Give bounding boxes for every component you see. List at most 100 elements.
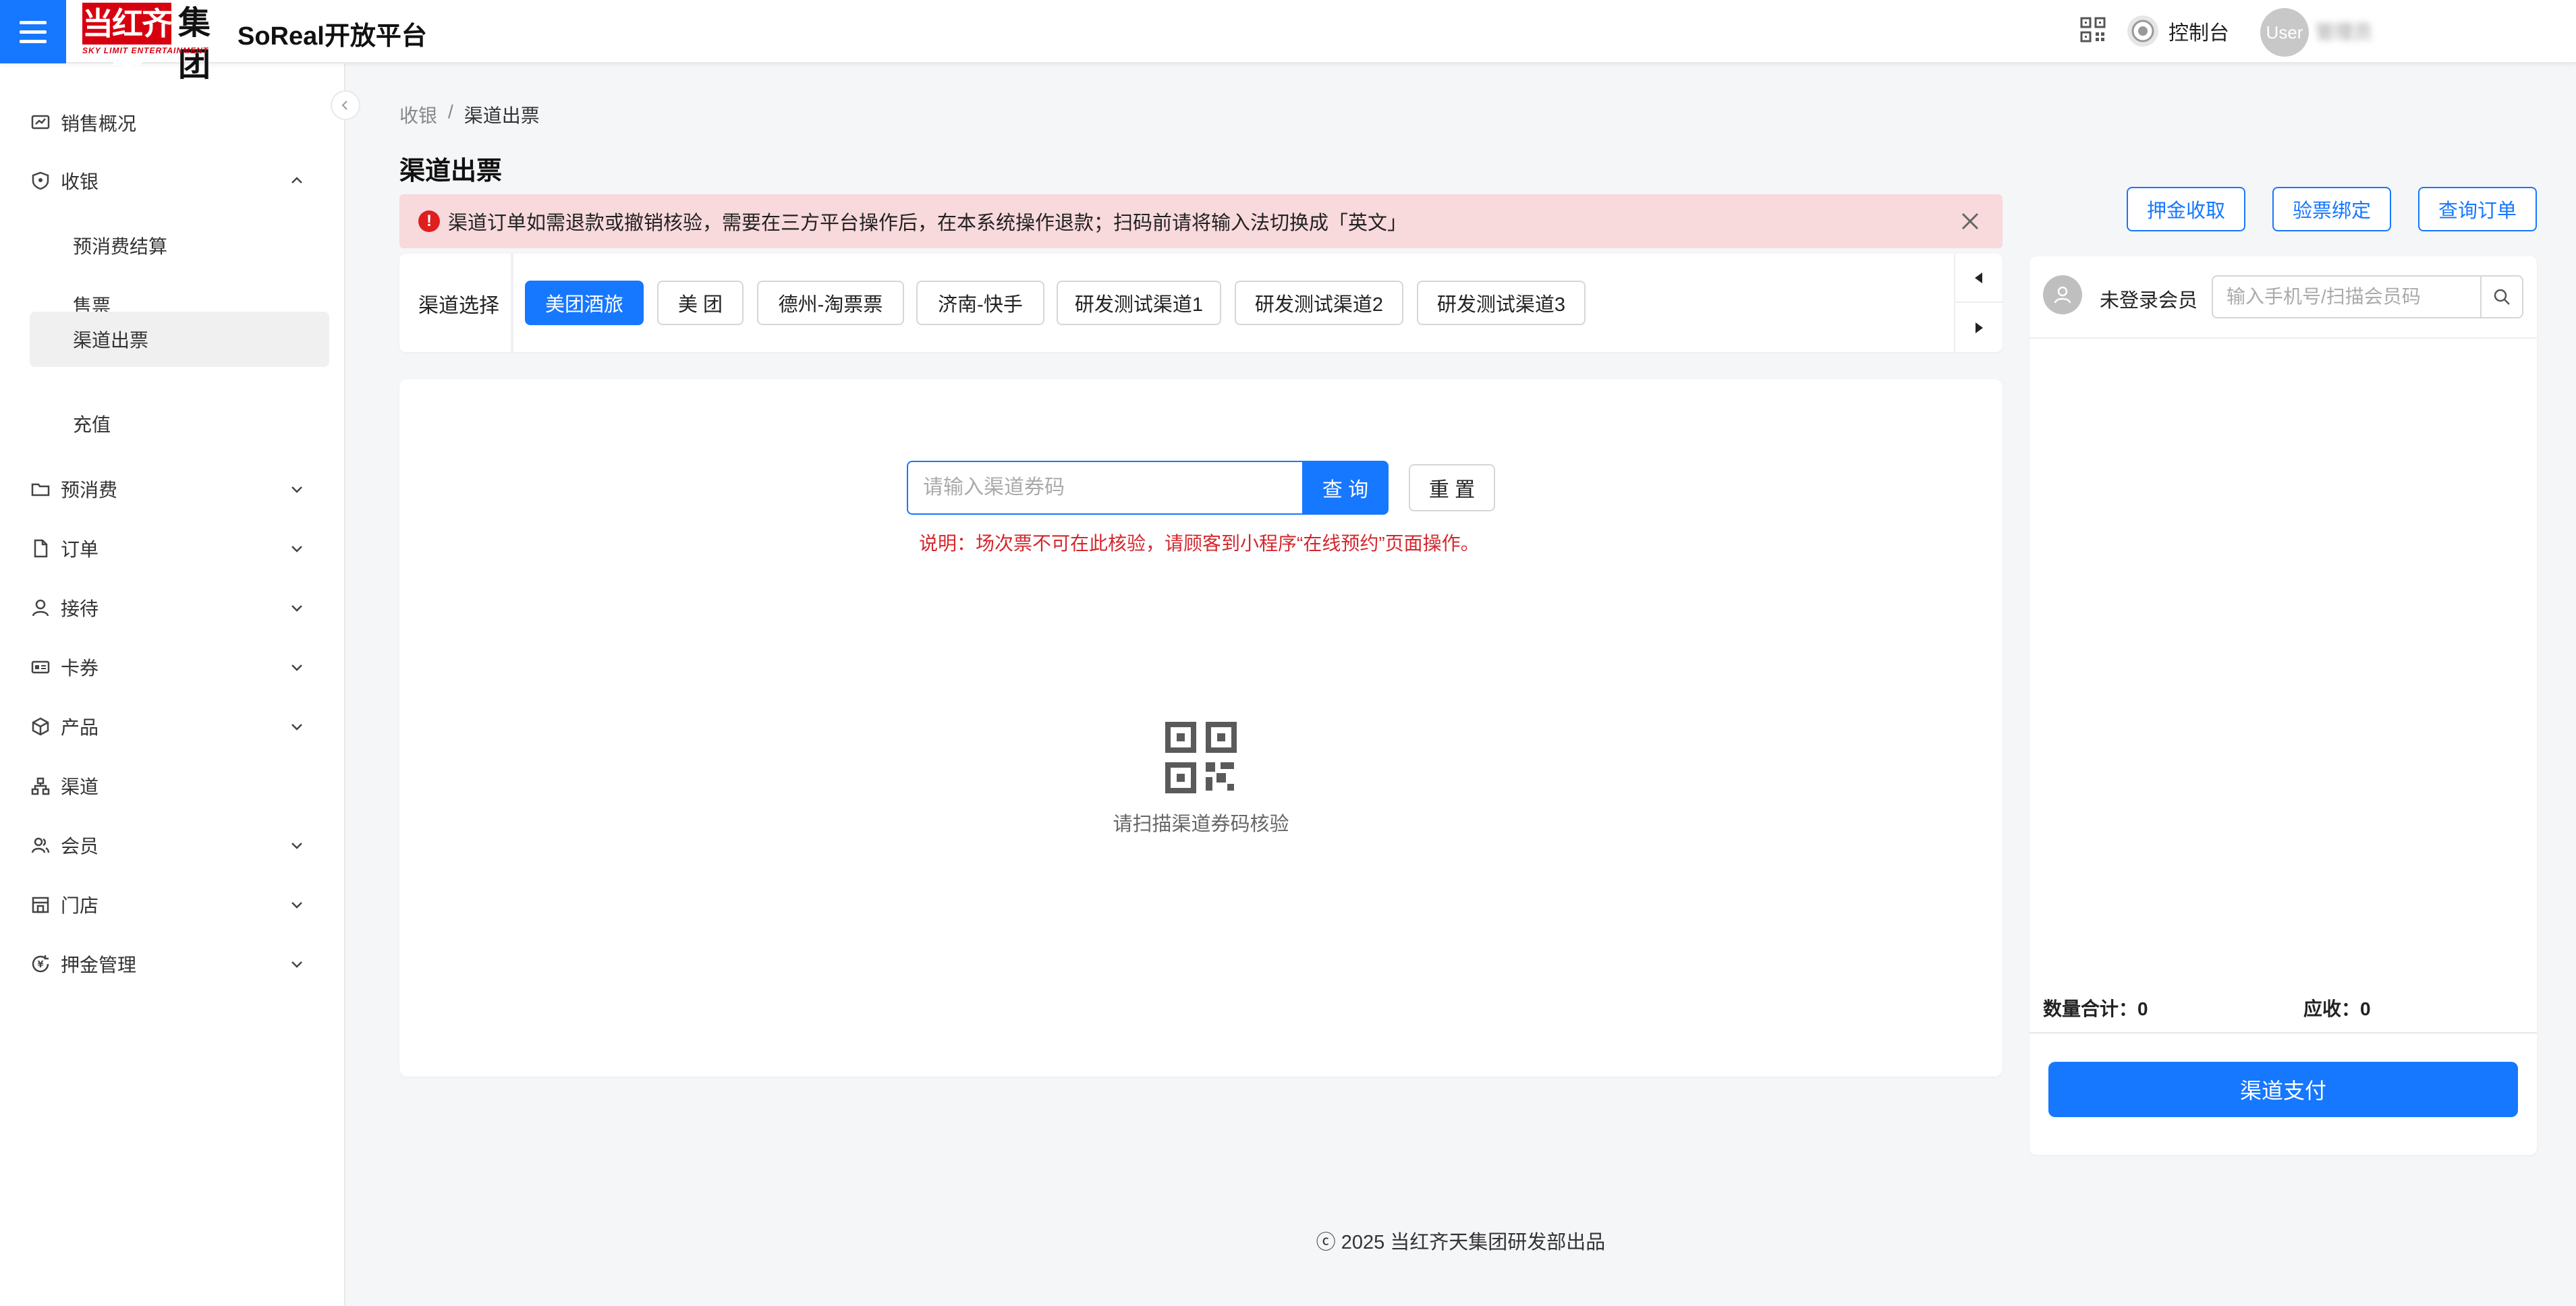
chevron-down-icon bbox=[291, 664, 302, 671]
sidebar-item-label: 产品 bbox=[61, 717, 99, 738]
sidebar-item-products[interactable]: 产品 bbox=[30, 700, 329, 754]
channel-scroll-controls bbox=[1954, 254, 2003, 352]
sidebar-item-label: 会员 bbox=[61, 836, 99, 857]
sidebar-item-prepaid[interactable]: 预消费 bbox=[30, 462, 329, 516]
sidebar-item-label: 预消费 bbox=[61, 480, 118, 501]
sidebar-item-label: 押金管理 bbox=[61, 955, 137, 975]
sidebar-item-sales-overview[interactable]: 销售概况 bbox=[30, 96, 329, 150]
member-status: 未登录会员 bbox=[2100, 290, 2198, 312]
console-link[interactable]: 控制台 bbox=[2125, 13, 2229, 49]
reset-button[interactable]: 重 置 bbox=[1409, 464, 1495, 511]
sidebar-item-cashier[interactable]: 收银 bbox=[30, 154, 329, 208]
user-name[interactable]: 管理员 bbox=[2316, 18, 2572, 45]
breadcrumb-separator: / bbox=[448, 101, 453, 122]
member-panel: 未登录会员 数量合计：0 应收：0 渠道支付 bbox=[2029, 256, 2537, 1155]
member-search-button[interactable] bbox=[2480, 275, 2523, 318]
logo-text: 当红齐天 bbox=[82, 3, 173, 83]
channel-icon bbox=[30, 775, 51, 797]
channel-option-meituan-hotel[interactable]: 美团酒旅 bbox=[525, 281, 644, 325]
sidebar-subitem-channel-ticket[interactable]: 渠道出票 bbox=[30, 312, 329, 367]
deposit-collect-button[interactable]: 押金收取 bbox=[2127, 187, 2245, 231]
sidebar-item-stores[interactable]: 门店 bbox=[30, 878, 329, 932]
caret-right-icon bbox=[1976, 322, 1983, 333]
sidebar-item-cards[interactable]: 卡券 bbox=[30, 640, 329, 694]
chevron-down-icon bbox=[291, 843, 302, 849]
chevron-down-icon bbox=[291, 486, 302, 493]
menu-toggle-button[interactable] bbox=[0, 0, 66, 63]
sidebar-subitem-label: 预消费结算 bbox=[73, 236, 168, 257]
file-icon bbox=[30, 538, 51, 559]
channel-option-dev-test-2[interactable]: 研发测试渠道2 bbox=[1235, 281, 1403, 325]
member-header: 未登录会员 bbox=[2029, 256, 2537, 339]
sidebar-collapse-button[interactable] bbox=[331, 90, 360, 120]
logo-subtitle: SKY LIMIT ENTERTAINMENT bbox=[82, 46, 209, 55]
chevron-down-icon bbox=[291, 605, 302, 612]
scroll-right-button[interactable] bbox=[1955, 303, 2003, 352]
query-button[interactable]: 查 询 bbox=[1302, 461, 1389, 515]
member-avatar-icon bbox=[2043, 275, 2082, 314]
app-title: SoReal开放平台 bbox=[237, 22, 427, 51]
sidebar-item-label: 渠道 bbox=[61, 776, 99, 797]
channel-divider bbox=[511, 254, 513, 352]
sidebar-item-reception[interactable]: 接待 bbox=[30, 581, 329, 635]
menu-icon-bar bbox=[20, 20, 47, 24]
sidebar-item-deposit[interactable]: ¥ 押金管理 bbox=[30, 937, 329, 991]
chevron-down-icon bbox=[291, 961, 302, 968]
shield-icon bbox=[30, 170, 51, 192]
alert-text: 渠道订单如需退款或撤销核验，需要在三方平台操作后，在本系统操作退款；扫码前请将输… bbox=[448, 212, 1407, 234]
svg-text:¥: ¥ bbox=[37, 960, 43, 970]
sidebar-item-label: 门店 bbox=[61, 895, 99, 916]
totals-row: 数量合计：0 应收：0 bbox=[2043, 994, 2523, 1021]
folder-icon bbox=[30, 478, 51, 500]
error-icon: ! bbox=[418, 210, 440, 232]
scroll-left-button[interactable] bbox=[1955, 254, 2003, 303]
deposit-icon: ¥ bbox=[30, 953, 51, 975]
scan-note: 说明：场次票不可在此核验，请顾客到小程序“在线预约”页面操作。 bbox=[919, 533, 1480, 554]
channel-option-jinan-kuaishou[interactable]: 济南-快手 bbox=[916, 281, 1044, 325]
sidebar-item-channels[interactable]: 渠道 bbox=[30, 759, 329, 813]
close-icon[interactable] bbox=[1958, 209, 1982, 233]
members-icon bbox=[30, 834, 51, 856]
chevron-down-icon bbox=[291, 724, 302, 731]
chevron-up-icon bbox=[291, 177, 302, 183]
sidebar-item-orders[interactable]: 订单 bbox=[30, 521, 329, 575]
quantity-value: 0 bbox=[2137, 998, 2148, 1019]
logo-char: 集团 bbox=[177, 5, 211, 83]
channel-option-meituan[interactable]: 美 团 bbox=[657, 281, 744, 325]
user-avatar[interactable]: User bbox=[2260, 8, 2309, 57]
top-header: 当红齐天 集团 SKY LIMIT ENTERTAINMENT SoReal开放… bbox=[0, 0, 2576, 83]
breadcrumb-parent[interactable]: 收银 bbox=[399, 101, 437, 128]
channel-option-dezhou-taopiaopiao[interactable]: 德州-淘票票 bbox=[757, 281, 904, 325]
coupon-code-input[interactable] bbox=[907, 461, 1304, 515]
caret-left-icon bbox=[1975, 272, 1982, 283]
sidebar-item-label: 接待 bbox=[61, 598, 99, 619]
alert-banner: ! 渠道订单如需退款或撤销核验，需要在三方平台操作后，在本系统操作退款；扫码前请… bbox=[399, 194, 2003, 248]
divider bbox=[2029, 1032, 2537, 1033]
console-icon bbox=[2127, 16, 2158, 47]
sidebar-item-label: 收银 bbox=[61, 171, 99, 192]
sidebar-subitem-prepaid-settlement[interactable]: 预消费结算 bbox=[30, 219, 329, 273]
user-icon bbox=[30, 597, 51, 619]
sidebar-subitem-label: 充值 bbox=[73, 414, 111, 435]
sidebar-subitem-label: 渠道出票 bbox=[73, 330, 149, 351]
breadcrumb-current: 渠道出票 bbox=[464, 105, 540, 126]
store-icon bbox=[30, 894, 51, 915]
channel-option-dev-test-1[interactable]: 研发测试渠道1 bbox=[1057, 281, 1221, 325]
card-icon bbox=[30, 656, 51, 678]
member-search-input[interactable] bbox=[2212, 275, 2482, 318]
qrcode-icon[interactable] bbox=[2079, 16, 2106, 43]
sidebar-item-members[interactable]: 会员 bbox=[30, 818, 329, 872]
sidebar: 销售概况 收银 预消费结算 售票 渠道出票 充值 预消费 订单 接待 卡券 产品… bbox=[0, 63, 345, 1306]
query-order-button[interactable]: 查询订单 bbox=[2418, 187, 2537, 231]
sidebar-subitem-recharge[interactable]: 充值 bbox=[30, 397, 329, 451]
brand-logo[interactable]: 当红齐天 集团 SKY LIMIT ENTERTAINMENT bbox=[82, 3, 217, 83]
channel-option-dev-test-3[interactable]: 研发测试渠道3 bbox=[1417, 281, 1586, 325]
channel-pay-button[interactable]: 渠道支付 bbox=[2048, 1062, 2518, 1117]
quantity-label: 数量合计： bbox=[2043, 998, 2138, 1019]
ticket-bind-button[interactable]: 验票绑定 bbox=[2272, 187, 2391, 231]
qrcode-icon bbox=[1165, 722, 1237, 793]
chevron-left-icon bbox=[341, 101, 347, 110]
channel-selector: 渠道选择 美团酒旅 美 团 德州-淘票票 济南-快手 研发测试渠道1 研发测试渠… bbox=[399, 254, 2003, 352]
chevron-down-icon bbox=[291, 546, 302, 552]
channel-label: 渠道选择 bbox=[418, 295, 499, 317]
